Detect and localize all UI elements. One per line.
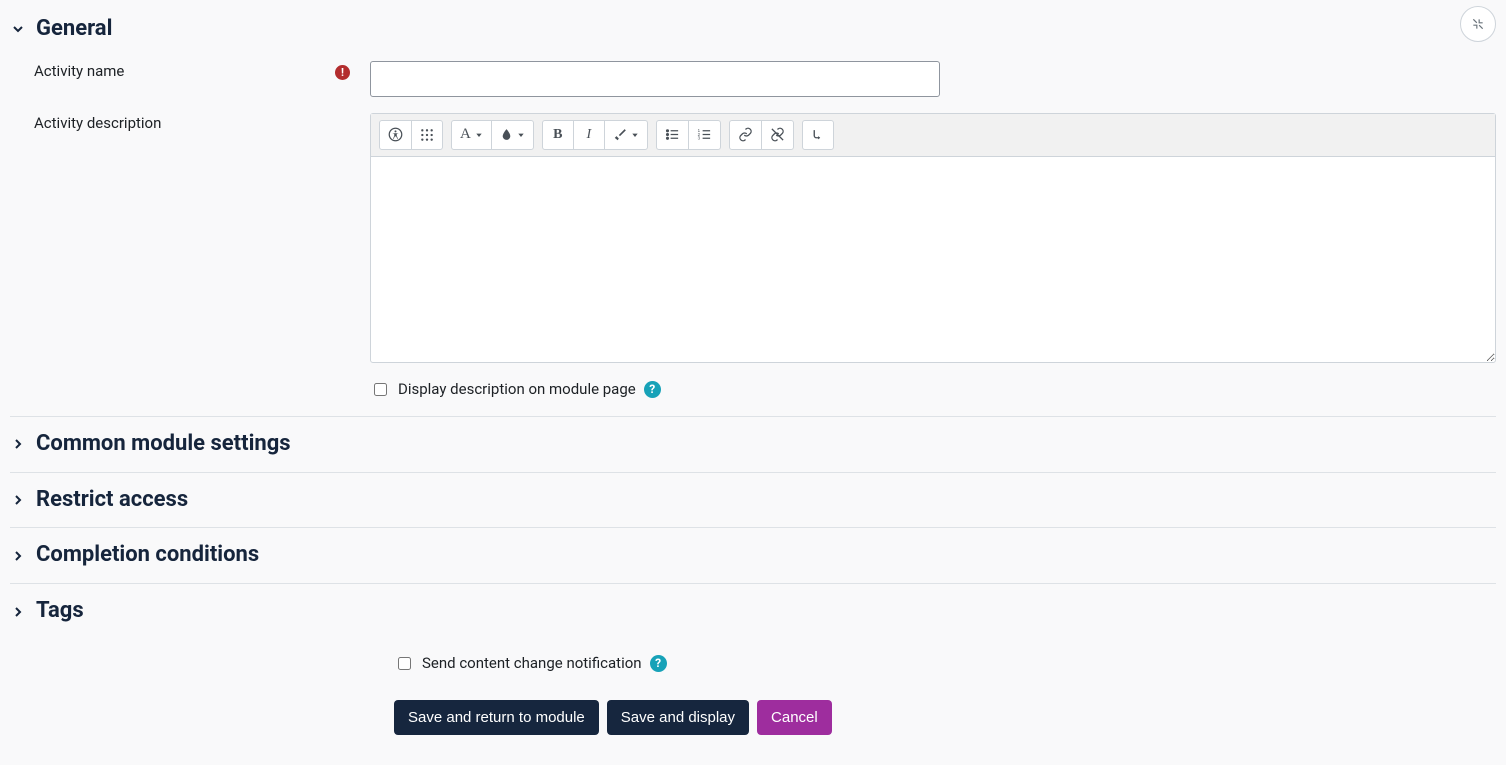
editor-bold-button[interactable]: B xyxy=(542,120,574,150)
bold-icon: B xyxy=(553,127,562,143)
droplet-icon xyxy=(500,128,513,141)
accessibility-icon xyxy=(388,127,403,142)
chevron-down-icon xyxy=(10,21,26,37)
bullet-list-icon xyxy=(665,127,680,142)
save-return-button[interactable]: Save and return to module xyxy=(394,700,599,735)
collapse-icon xyxy=(1471,17,1485,31)
font-icon: A xyxy=(460,126,471,143)
help-icon[interactable]: ? xyxy=(650,655,667,672)
description-editor: A B I xyxy=(370,113,1496,363)
editor-highlight-button[interactable] xyxy=(604,120,648,150)
section-tags-header[interactable]: Tags xyxy=(10,584,1496,639)
editor-color-button[interactable] xyxy=(491,120,534,150)
editor-ul-button[interactable] xyxy=(656,120,689,150)
editor-toolbar: A B I xyxy=(371,114,1495,157)
section-tags-title: Tags xyxy=(36,596,84,627)
section-general-header[interactable]: General xyxy=(10,6,1496,53)
help-icon[interactable]: ? xyxy=(644,381,661,398)
svg-text:3: 3 xyxy=(697,136,700,141)
caret-down-icon xyxy=(475,131,483,139)
editor-indent-button[interactable] xyxy=(802,120,834,150)
editor-a11y-button[interactable] xyxy=(379,120,412,150)
display-description-checkbox[interactable] xyxy=(374,383,387,396)
activity-name-input[interactable] xyxy=(370,61,940,97)
chevron-right-icon xyxy=(10,492,26,508)
collapse-fullscreen-button[interactable] xyxy=(1460,6,1496,42)
description-textarea[interactable] xyxy=(371,157,1495,362)
editor-font-button[interactable]: A xyxy=(451,120,492,150)
section-completion-header[interactable]: Completion conditions xyxy=(10,528,1496,583)
brush-icon xyxy=(613,128,627,142)
link-icon xyxy=(738,127,753,142)
editor-ol-button[interactable]: 123 xyxy=(688,120,721,150)
section-completion-title: Completion conditions xyxy=(36,540,259,571)
section-restrict-header[interactable]: Restrict access xyxy=(10,473,1496,528)
send-notification-checkbox[interactable] xyxy=(398,657,411,670)
send-notification-label: Send content change notification xyxy=(422,653,642,674)
numbered-list-icon: 123 xyxy=(697,127,712,142)
section-restrict-title: Restrict access xyxy=(36,485,188,516)
arrow-down-icon xyxy=(811,128,824,141)
cancel-button[interactable]: Cancel xyxy=(757,700,832,735)
italic-icon: I xyxy=(587,127,592,143)
label-activity-description: Activity description xyxy=(34,113,161,134)
chevron-right-icon xyxy=(10,604,26,620)
section-common-title: Common module settings xyxy=(36,429,291,460)
save-display-button[interactable]: Save and display xyxy=(607,700,749,735)
section-general-title: General xyxy=(36,14,112,45)
editor-unlink-button[interactable] xyxy=(761,120,794,150)
label-activity-name: Activity name xyxy=(34,61,124,82)
section-common-header[interactable]: Common module settings xyxy=(10,417,1496,472)
editor-italic-button[interactable]: I xyxy=(573,120,605,150)
chevron-right-icon xyxy=(10,548,26,564)
unlink-icon xyxy=(770,127,785,142)
editor-link-button[interactable] xyxy=(729,120,762,150)
grid-icon xyxy=(420,128,434,142)
caret-down-icon xyxy=(517,131,525,139)
display-description-label: Display description on module page xyxy=(398,379,636,400)
caret-down-icon xyxy=(631,131,639,139)
required-icon: ! xyxy=(335,65,350,80)
chevron-right-icon xyxy=(10,436,26,452)
editor-grid-button[interactable] xyxy=(411,120,443,150)
